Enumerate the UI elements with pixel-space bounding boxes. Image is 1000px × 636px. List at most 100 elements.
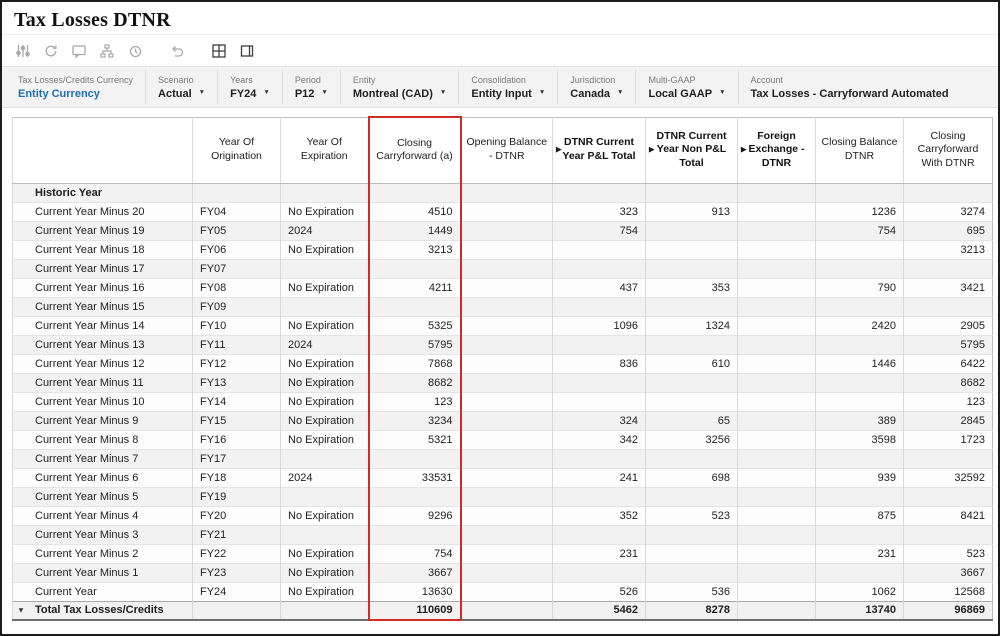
undo-icon[interactable]	[168, 42, 185, 59]
column-header-closing_cf_dtnr[interactable]: Closing Carryforward With DTNR	[903, 117, 993, 184]
cell-closing_dtnr[interactable]	[815, 239, 904, 259]
cell-closing_cf[interactable]	[367, 486, 462, 506]
cell-closing_cf_dtnr[interactable]: 32592	[903, 467, 993, 487]
chevron-down-icon[interactable]: ▼	[199, 90, 205, 97]
row-label[interactable]: Current Year Minus 5	[12, 486, 193, 506]
cell-closing_dtnr[interactable]	[815, 334, 904, 354]
cell-fx_dtnr[interactable]	[737, 429, 816, 449]
cell-pl_total[interactable]	[552, 334, 646, 354]
row-label[interactable]: Current Year Minus 2	[12, 543, 193, 563]
cell-fx_dtnr[interactable]	[737, 182, 816, 202]
cell-closing_dtnr[interactable]: 389	[815, 410, 904, 430]
hierarchy-icon[interactable]	[98, 42, 115, 59]
cell-expiration[interactable]	[280, 448, 369, 468]
cell-origination[interactable]: FY12	[192, 353, 281, 373]
cell-fx_dtnr[interactable]	[737, 600, 816, 620]
cell-opening_dtnr[interactable]	[460, 239, 553, 259]
cell-origination[interactable]	[192, 600, 281, 620]
cell-closing_cf[interactable]: 5795	[367, 334, 462, 354]
column-header-fx_dtnr[interactable]: ▶ Foreign Exchange - DTNR	[737, 117, 816, 184]
cell-expiration[interactable]	[280, 258, 369, 278]
expand-icon[interactable]: ▶	[556, 145, 561, 154]
pov-field-jurisdiction[interactable]: Jurisdiction Canada ▼	[558, 70, 637, 104]
cell-closing_cf_dtnr[interactable]: 3421	[903, 277, 993, 297]
cell-closing_cf[interactable]: 1449	[367, 220, 462, 240]
cell-fx_dtnr[interactable]	[737, 277, 816, 297]
row-label[interactable]: Current Year Minus 7	[12, 448, 193, 468]
cell-closing_dtnr[interactable]	[815, 296, 904, 316]
cell-origination[interactable]: FY18	[192, 467, 281, 487]
cell-origination[interactable]	[192, 182, 281, 202]
row-label[interactable]: Current Year	[12, 581, 193, 601]
cell-closing_dtnr[interactable]: 1062	[815, 581, 904, 601]
cell-opening_dtnr[interactable]	[460, 562, 553, 582]
cell-opening_dtnr[interactable]	[460, 410, 553, 430]
pov-field-value[interactable]: Canada	[570, 88, 610, 100]
cell-pl_total[interactable]	[552, 391, 646, 411]
cell-fx_dtnr[interactable]	[737, 524, 816, 544]
cell-pl_total[interactable]	[552, 258, 646, 278]
cell-opening_dtnr[interactable]	[460, 543, 553, 563]
cell-expiration[interactable]: 2024	[280, 467, 369, 487]
cell-origination[interactable]: FY24	[192, 581, 281, 601]
cell-expiration[interactable]: No Expiration	[280, 562, 369, 582]
cell-fx_dtnr[interactable]	[737, 258, 816, 278]
cell-expiration[interactable]: No Expiration	[280, 315, 369, 335]
pov-field-period[interactable]: Period P12 ▼	[283, 70, 341, 104]
cell-expiration[interactable]: 2024	[280, 334, 369, 354]
cell-closing_dtnr[interactable]: 1446	[815, 353, 904, 373]
cell-fx_dtnr[interactable]	[737, 486, 816, 506]
cell-expiration[interactable]: No Expiration	[280, 372, 369, 392]
cell-closing_cf_dtnr[interactable]: 8682	[903, 372, 993, 392]
chevron-down-icon[interactable]: ▼	[617, 90, 623, 97]
chevron-down-icon[interactable]: ▼	[719, 90, 725, 97]
pov-field-value[interactable]: Entity Currency	[18, 88, 100, 100]
cell-closing_cf[interactable]: 3234	[367, 410, 462, 430]
pov-field-scenario[interactable]: Scenario Actual ▼	[146, 70, 219, 104]
cell-closing_cf_dtnr[interactable]	[903, 524, 993, 544]
cell-fx_dtnr[interactable]	[737, 201, 816, 221]
cell-pl_total[interactable]	[552, 448, 646, 468]
cell-origination[interactable]: FY13	[192, 372, 281, 392]
cell-fx_dtnr[interactable]	[737, 581, 816, 601]
cell-opening_dtnr[interactable]	[460, 429, 553, 449]
cell-closing_dtnr[interactable]: 754	[815, 220, 904, 240]
pov-field-years[interactable]: Years FY24 ▼	[218, 70, 283, 104]
column-header-closing_cf[interactable]: Closing Carryforward (a)	[367, 116, 462, 184]
chevron-down-icon[interactable]: ▼	[321, 90, 327, 97]
cell-nonpl_total[interactable]: 913	[645, 201, 738, 221]
cell-nonpl_total[interactable]	[645, 296, 738, 316]
cell-opening_dtnr[interactable]	[460, 315, 553, 335]
cell-expiration[interactable]: No Expiration	[280, 543, 369, 563]
row-label[interactable]: Current Year Minus 6	[12, 467, 193, 487]
cell-closing_cf[interactable]: 9296	[367, 505, 462, 525]
cell-nonpl_total[interactable]: 523	[645, 505, 738, 525]
cell-closing_cf[interactable]	[367, 524, 462, 544]
cell-origination[interactable]: FY08	[192, 277, 281, 297]
cell-nonpl_total[interactable]	[645, 182, 738, 202]
cell-opening_dtnr[interactable]	[460, 524, 553, 544]
cell-closing_dtnr[interactable]	[815, 372, 904, 392]
pov-options-icon[interactable]	[14, 42, 31, 59]
cell-pl_total[interactable]	[552, 524, 646, 544]
cell-pl_total[interactable]: 241	[552, 467, 646, 487]
cell-pl_total[interactable]	[552, 296, 646, 316]
cell-origination[interactable]: FY19	[192, 486, 281, 506]
cell-closing_cf_dtnr[interactable]: 8421	[903, 505, 993, 525]
cell-fx_dtnr[interactable]	[737, 296, 816, 316]
cell-opening_dtnr[interactable]	[460, 486, 553, 506]
cell-origination[interactable]: FY05	[192, 220, 281, 240]
cell-opening_dtnr[interactable]	[460, 391, 553, 411]
cell-pl_total[interactable]: 5462	[552, 600, 646, 620]
pov-field-value[interactable]: Actual	[158, 88, 192, 100]
cell-nonpl_total[interactable]: 8278	[645, 600, 738, 620]
cell-pl_total[interactable]: 323	[552, 201, 646, 221]
cell-closing_dtnr[interactable]	[815, 562, 904, 582]
cell-opening_dtnr[interactable]	[460, 448, 553, 468]
cell-closing_cf[interactable]: 4211	[367, 277, 462, 297]
cell-expiration[interactable]: No Expiration	[280, 410, 369, 430]
cell-opening_dtnr[interactable]	[460, 467, 553, 487]
cell-fx_dtnr[interactable]	[737, 467, 816, 487]
cell-fx_dtnr[interactable]	[737, 220, 816, 240]
cell-closing_dtnr[interactable]	[815, 448, 904, 468]
